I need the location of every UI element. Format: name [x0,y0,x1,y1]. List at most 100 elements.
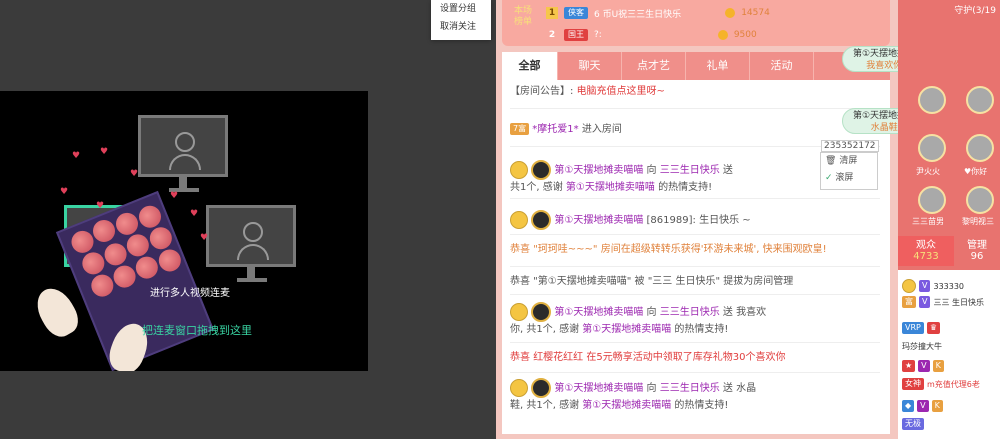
rose-icon [132,253,162,282]
user-name: 玛莎撞大牛 [902,341,942,351]
target-username[interactable]: 三三 [660,307,680,318]
king-icon: K [931,400,943,412]
chat-message: 恭喜 "珂珂哇~~~" 房间在超级转转乐获得'环游未来城', 快来围观欧皇! [510,242,880,258]
menu-item-unfollow[interactable]: 取消关注 [431,18,491,36]
user-rank: VRP [902,322,924,334]
audience-row[interactable]: VRP ♛ [902,318,941,338]
avatar[interactable] [918,86,946,114]
vip-icon: V [917,400,929,412]
username[interactable]: 红樱花红红 [533,352,583,363]
divider [510,198,880,199]
audience-row[interactable]: 无极 [902,414,924,434]
scroll-screen-label: 滚屏 [835,173,854,183]
message-text: 送 [722,383,733,394]
chat-panel: 本场榜单 1 侠客 6 币U祝三三生日快乐 14574 2 国王 ?: 9500… [496,0,898,439]
message-prefix: 恭喜 [510,244,530,255]
audience-count: 4733 [913,251,939,262]
divider [510,234,880,235]
audience-list: V 333330 富 V 三三 生日快乐 VRP ♛ 玛莎撞大牛 ★ V K 女… [898,270,1000,439]
tab-all[interactable]: 全部 [502,52,558,80]
announcement-link[interactable]: 电脑充值点这里呀~ [577,86,665,97]
avatar[interactable] [966,186,994,214]
tab-chat[interactable]: 聊天 [558,52,622,80]
tab-activity[interactable]: 活动 [750,52,814,80]
tab-audience[interactable]: 观众 4733 [898,236,954,266]
audience-row[interactable]: 女神 m充值代理6老 [902,374,980,394]
crest-icon [531,378,552,398]
crest-icon [531,210,552,230]
message-text: 的热情支持! [674,400,729,411]
check-icon: ✓ [825,173,833,183]
video-slot-1[interactable] [138,115,228,192]
wealth-badge: 富 [902,296,916,308]
trash-icon: 🗑 [825,156,837,166]
person-icon [243,222,263,242]
username[interactable]: "珂珂哇~~~" [533,244,597,255]
username[interactable]: 第①天摆地摊卖喵喵 [554,383,643,394]
chat-message: 第①天摆地摊卖喵喵 向 三三生日快乐 送 我喜欢 你, 共1个, 感谢 第①天摆… [510,302,880,338]
guard-name: 尹火火 [916,167,940,176]
username[interactable]: 第①天摆地摊卖喵喵 [582,324,671,335]
username[interactable]: 第①天摆地摊卖喵喵 [582,400,671,411]
username[interactable]: *摩托爱1* [532,124,578,135]
heart-icon: ♥ [96,201,105,211]
scroll-screen-button[interactable]: ✓ 滚屏 [821,170,877,187]
vip-icon: V [919,280,931,292]
chat-tabs: 全部 聊天 点才艺 礼单 活动 [502,52,890,80]
heart-icon: ♥ [200,233,209,243]
divider [510,266,880,267]
message-text: 的热情支持! [658,182,713,193]
rank-row[interactable]: 2 国王 ?: 9500 [546,26,757,44]
message-text: 向 [646,165,657,176]
target-suffix: 生日快乐 [679,165,720,176]
username[interactable]: 第①天摆地摊卖喵喵 [554,215,643,226]
monitor-stand [179,176,187,188]
message-text: 共1个, 感谢 [510,182,563,193]
username[interactable]: 第①天摆地摊卖喵喵 [554,165,643,176]
chat-messages[interactable]: 【房间公告】: 电脑充值点这里呀~ 7富 *摩托爱1* 进入房间 第①天摆地摊卖… [502,80,890,434]
rank-name: ?: [594,30,602,40]
stage-caption: 进行多人视频连麦 [150,288,230,299]
username[interactable]: 第①天摆地摊卖喵喵 [566,182,655,193]
audience-row[interactable]: ★ V K [902,356,944,376]
target-username[interactable]: 三三 [660,383,680,394]
tab-manager[interactable]: 管理 96 [954,236,1000,266]
person-body-icon [237,244,269,260]
person-icon [175,132,195,152]
username[interactable]: 第①天摆地摊卖喵喵 [554,307,643,318]
divider [510,342,880,343]
avatar[interactable] [918,186,946,214]
level-icon [510,211,528,229]
manager-count: 96 [970,251,984,262]
menu-item-set-group[interactable]: 设置分组 [431,0,491,18]
user-name: m充值代理6老 [927,379,980,389]
vip-icon: V [918,360,930,372]
chat-message: 第①天摆地摊卖喵喵 向 三三生日快乐 送 水晶 鞋, 共1个, 感谢 第①天摆地… [510,378,880,414]
avatar[interactable] [966,86,994,114]
video-slot-3[interactable] [206,205,296,282]
message-text: 在5元畅享活动中领取了库存礼物30个喜欢你 [586,352,786,363]
message-text: 鞋, 共1个, 感谢 [510,400,580,411]
rank-score: 9500 [733,30,757,40]
message-text: 送 [722,307,733,318]
rank-row[interactable]: 1 侠客 6 币U祝三三生日快乐 14574 [546,4,770,22]
tab-gift-list[interactable]: 礼单 [686,52,750,80]
audience-row[interactable]: 玛莎撞大牛 [902,336,942,356]
avatar[interactable] [966,134,994,162]
guard-label[interactable]: 守护(3/19 [898,0,1000,22]
context-menu: 设置分组 取消关注 [431,0,491,40]
wealth-badge: 7富 [510,123,530,135]
level-icon [510,379,528,397]
audience-row[interactable]: ◆ V K [902,396,943,416]
target-suffix: 生日快乐 [679,307,720,318]
target-username[interactable]: 三三 [660,165,680,176]
tab-talent[interactable]: 点才艺 [622,52,686,80]
rose-icon [155,246,185,275]
avatar[interactable] [918,134,946,162]
clear-screen-button[interactable]: 🗑 清屏 [821,153,877,170]
audience-row[interactable]: 富 V 三三 生日快乐 [902,292,984,312]
video-stage[interactable]: ♥ ♥ ♥ ♥ ♥ ♥ ♥ ♥ 进行多人视频连麦 把连麦窗口拖拽到这里 [0,91,368,371]
heart-icon: ♥ [100,147,109,157]
crest-icon [531,302,552,322]
rank-number: 2 [548,30,556,40]
